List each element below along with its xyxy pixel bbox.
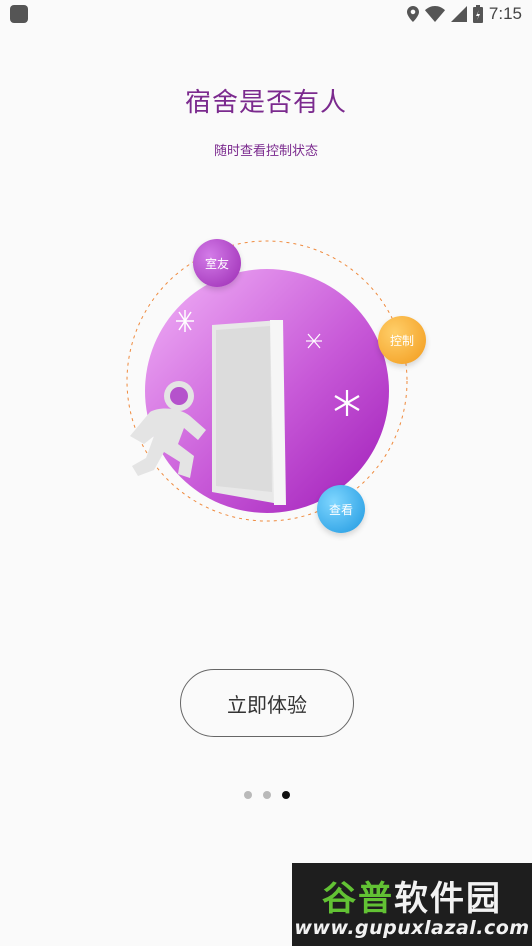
- guide-screen: 7:15 宿舍是否有人 随时查看控制状态 室友 控制 查看 立即体验 谷普软件园…: [0, 0, 532, 946]
- watermark-url: www.gupuxlazal.com: [294, 917, 530, 939]
- page-title: 宿舍是否有人: [184, 88, 347, 118]
- page-dot-2: [263, 791, 271, 799]
- status-bar: 7:15: [0, 0, 532, 28]
- page-indicator: [244, 790, 294, 800]
- door-scene-graphic: [126, 240, 408, 522]
- watermark-title-green: 谷普: [322, 879, 394, 919]
- status-time: 7:15: [488, 4, 522, 23]
- roommate-bubble-label: 室友: [204, 256, 229, 271]
- notification-app-icon: [10, 5, 28, 23]
- roommate-bubble[interactable]: 室友: [193, 239, 241, 287]
- view-bubble[interactable]: 查看: [317, 485, 365, 533]
- control-bubble[interactable]: 控制: [378, 316, 426, 364]
- view-bubble-label: 查看: [328, 502, 353, 517]
- watermark-logo: 谷普软件园 www.gupuxlazal.com: [292, 863, 532, 946]
- control-bubble-label: 控制: [389, 333, 414, 348]
- page-dot-3-active: [282, 791, 290, 799]
- door-icon: [212, 320, 286, 505]
- location-icon: [406, 6, 419, 22]
- dorm-illustration: 室友 控制 查看: [120, 230, 440, 540]
- page-subtitle: 随时查看控制状态: [213, 144, 318, 159]
- watermark-title-white: 软件园: [394, 879, 502, 919]
- page-dot-1: [244, 791, 252, 799]
- battery-charging-icon: [472, 5, 483, 23]
- status-icons: 7:15: [406, 4, 522, 24]
- start-experience-button[interactable]: 立即体验: [180, 669, 354, 737]
- watermark-title: 谷普软件园: [292, 871, 532, 920]
- wifi-icon: [424, 6, 445, 22]
- signal-icon: [450, 6, 467, 22]
